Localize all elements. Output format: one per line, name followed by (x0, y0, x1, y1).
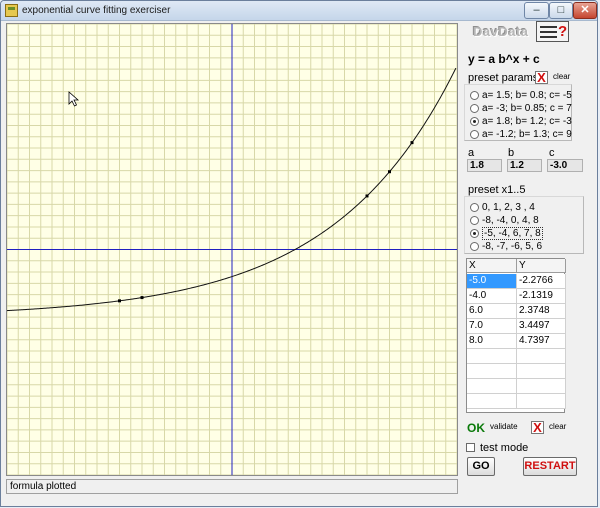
preset-params-label: preset params (468, 72, 539, 84)
clear-params-icon[interactable]: X (535, 71, 548, 84)
preset-x-option-1[interactable]: -8, -4, 0, 4, 8 (470, 214, 539, 227)
clear-table-label[interactable]: clear (549, 422, 566, 431)
table-cell-empty[interactable] (517, 349, 566, 364)
status-bar: formula plotted (6, 479, 458, 494)
table-cell-x[interactable]: -4.0 (467, 289, 517, 304)
radio-label: -8, -7, -6, 5, 6 (482, 241, 543, 252)
window-title: exponential curve fitting exerciser (22, 5, 171, 16)
param-c-label: c (549, 147, 555, 159)
maximize-button[interactable]: □ (549, 2, 573, 19)
minimize-button[interactable]: – (524, 2, 549, 19)
data-point (118, 299, 121, 303)
preset-params-option-1[interactable]: a= -3; b= 0.85; c = 7 (470, 102, 572, 115)
radio-label: a= 1.8; b= 1.2; c= -3 (482, 116, 572, 127)
table-cell-x[interactable]: -5.0 (467, 274, 517, 289)
plot-canvas (7, 24, 457, 475)
table-cell-x[interactable]: 7.0 (467, 319, 517, 334)
data-point (410, 141, 414, 145)
table-cell-empty[interactable] (467, 349, 517, 364)
table-cell-empty[interactable] (517, 364, 566, 379)
preset-x-option-2[interactable]: -5, -4, 6, 7, 8 (470, 227, 543, 240)
data-point (365, 194, 369, 198)
radio-label: -8, -4, 0, 4, 8 (482, 215, 539, 226)
app-icon (5, 4, 18, 17)
radio-label: a= 1.5; b= 0.8; c= -5 (482, 90, 572, 101)
document-icon (540, 26, 557, 38)
radio-button[interactable] (470, 242, 479, 251)
preset-x-group: 0, 1, 2, 3 , 4 -8, -4, 0, 4, 8 -5, -4, 6, … (464, 196, 584, 254)
app-window: exponential curve fitting exerciser – □ … (0, 0, 598, 507)
radio-label: -5, -4, 6, 7, 8 (482, 227, 543, 240)
radio-label: a= -3; b= 0.85; c = 7 (482, 103, 572, 114)
param-b-value: 1.2 (507, 159, 542, 172)
data-table[interactable]: X Y -5.0 -2.2766 -4.0 -2.1319 6.0 2.3748 7.0 3.… (466, 258, 566, 413)
table-cell-y[interactable]: -2.2766 (517, 274, 566, 289)
status-text: formula plotted (10, 481, 77, 492)
preset-params-group: a= 1.5; b= 0.8; c= -5 a= -3; b= 0.85; c =… (464, 84, 572, 141)
preset-x-label: preset x1..5 (468, 184, 526, 196)
radio-button[interactable] (470, 117, 479, 126)
radio-button[interactable] (470, 104, 479, 113)
help-icon: ? (558, 23, 568, 40)
param-b-label: b (508, 147, 515, 159)
ok-button[interactable]: OK (467, 421, 485, 435)
clear-params-label[interactable]: clear (553, 72, 570, 81)
table-cell-y[interactable]: 2.3748 (517, 304, 566, 319)
go-button[interactable]: GO (467, 457, 495, 476)
param-a-label: a (468, 147, 475, 159)
table-cell-y[interactable]: 3.4497 (517, 319, 566, 334)
preset-x-option-0[interactable]: 0, 1, 2, 3 , 4 (470, 201, 535, 214)
table-header-x: X (467, 259, 517, 273)
test-mode-label[interactable]: test mode (480, 442, 528, 454)
table-header-y: Y (517, 259, 566, 273)
param-a-value: 1.8 (467, 159, 502, 172)
preset-params-option-3[interactable]: a= -1.2; b= 1.3; c= 9 (470, 128, 572, 141)
formula-label: y = a b^x + c (468, 52, 540, 66)
help-button[interactable]: ? (536, 21, 569, 42)
radio-button[interactable] (470, 216, 479, 225)
data-point (140, 296, 144, 300)
table-cell-y[interactable]: -2.1319 (517, 289, 566, 304)
plot-area[interactable] (6, 23, 458, 476)
preset-params-option-0[interactable]: a= 1.5; b= 0.8; c= -5 (470, 89, 572, 102)
table-cell-x[interactable]: 6.0 (467, 304, 517, 319)
validate-label[interactable]: validate (490, 422, 518, 431)
preset-x-option-3[interactable]: -8, -7, -6, 5, 6 (470, 240, 542, 253)
table-cell-empty[interactable] (467, 379, 517, 394)
restart-button[interactable]: RESTART (523, 457, 577, 476)
radio-label: 0, 1, 2, 3 , 4 (482, 202, 535, 213)
table-cell-empty[interactable] (517, 379, 566, 394)
table-cell-x[interactable]: 8.0 (467, 334, 517, 349)
preset-params-option-2[interactable]: a= 1.8; b= 1.2; c= -3 (470, 115, 572, 128)
radio-button[interactable] (470, 91, 479, 100)
table-cell-empty[interactable] (517, 394, 566, 409)
radio-label: a= -1.2; b= 1.3; c= 9 (482, 129, 572, 140)
title-bar[interactable]: exponential curve fitting exerciser – □ … (1, 1, 597, 21)
radio-button[interactable] (470, 229, 479, 238)
table-cell-empty[interactable] (467, 394, 517, 409)
davdata-logo: DavData (473, 24, 529, 39)
radio-button[interactable] (470, 203, 479, 212)
table-cell-empty[interactable] (467, 364, 517, 379)
param-c-value: -3.0 (547, 159, 583, 172)
test-mode-checkbox[interactable] (466, 443, 475, 452)
data-point (388, 170, 391, 174)
close-button[interactable]: ✕ (573, 2, 597, 19)
clear-table-icon[interactable]: X (531, 421, 544, 434)
radio-button[interactable] (470, 130, 479, 139)
table-cell-y[interactable]: 4.7397 (517, 334, 566, 349)
